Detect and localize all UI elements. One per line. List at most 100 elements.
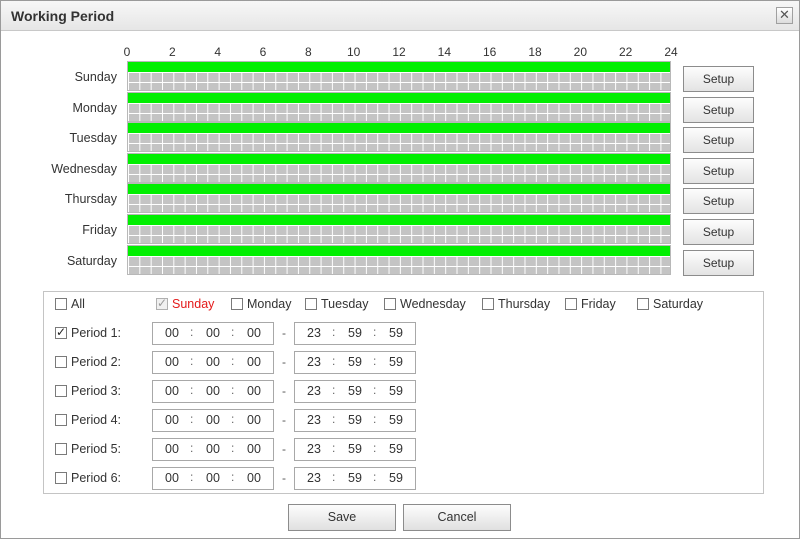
hour-field[interactable]: 00 [159, 384, 185, 398]
hour-tick-label: 8 [304, 45, 312, 59]
period-end-time: 23 59 59:: [294, 409, 416, 432]
cancel-button[interactable]: Cancel [403, 504, 511, 531]
checkbox-day[interactable] [231, 298, 243, 310]
close-icon[interactable]: ✕ [776, 7, 793, 24]
time-separator: : [190, 383, 194, 397]
working-period-dialog: Working Period ✕ 0 2 4 6 8 10 12 14 16 18 20 22 24 S… [0, 0, 800, 539]
checkbox-period[interactable] [55, 325, 67, 339]
hour-field[interactable]: 00 [159, 442, 185, 456]
second-field[interactable]: 00 [241, 326, 267, 340]
minute-field[interactable]: 59 [342, 413, 368, 427]
minute-field[interactable]: 00 [200, 413, 226, 427]
hour-tick-label: 2 [168, 45, 176, 59]
time-separator: : [231, 383, 235, 397]
second-field[interactable]: 00 [241, 384, 267, 398]
checkbox-day[interactable] [384, 298, 396, 310]
hour-field[interactable]: 23 [301, 326, 327, 340]
setup-button[interactable]: Setup [683, 127, 754, 154]
checkbox-day[interactable] [305, 298, 317, 310]
checkbox-all-label: All [71, 297, 85, 311]
hour-field[interactable]: 23 [301, 471, 327, 485]
hour-tick-label: 14 [437, 45, 451, 59]
checkbox-all[interactable] [55, 298, 67, 310]
minute-field[interactable]: 59 [342, 442, 368, 456]
time-separator: : [231, 325, 235, 339]
checkbox-day[interactable] [565, 298, 577, 310]
checkbox-period[interactable] [55, 472, 67, 484]
range-separator: - [282, 384, 286, 398]
second-field[interactable]: 00 [241, 442, 267, 456]
minute-field[interactable]: 59 [342, 326, 368, 340]
hour-tick-label: 20 [573, 45, 587, 59]
hour-field[interactable]: 23 [301, 413, 327, 427]
time-separator: : [373, 354, 377, 368]
checkbox-day-label: Sunday [172, 297, 215, 311]
minute-field[interactable]: 59 [342, 471, 368, 485]
period-end-time: 23 59 59:: [294, 380, 416, 403]
hour-field[interactable]: 23 [301, 384, 327, 398]
minute-field[interactable]: 00 [200, 471, 226, 485]
second-field[interactable]: 59 [383, 471, 409, 485]
day-timeline-row[interactable] [127, 61, 671, 91]
period-bar [128, 245, 670, 256]
second-field[interactable]: 00 [241, 355, 267, 369]
hour-field[interactable]: 00 [159, 326, 185, 340]
minute-field[interactable]: 59 [342, 355, 368, 369]
checkbox-day-label: Monday [247, 297, 292, 311]
minute-field[interactable]: 59 [342, 384, 368, 398]
period-bar [128, 215, 670, 225]
time-separator: : [373, 412, 377, 426]
setup-button[interactable]: Setup [683, 219, 754, 245]
checkbox-period[interactable] [55, 443, 67, 455]
range-separator: - [282, 326, 286, 340]
hour-field[interactable]: 23 [301, 442, 327, 456]
hour-field[interactable]: 00 [159, 471, 185, 485]
second-field[interactable]: 59 [383, 442, 409, 456]
hour-field[interactable]: 00 [159, 355, 185, 369]
day-timeline-row[interactable] [127, 91, 671, 122]
second-field[interactable]: 00 [241, 471, 267, 485]
checkbox-period[interactable] [55, 414, 67, 426]
day-timeline-row[interactable] [127, 244, 671, 275]
range-separator: - [282, 355, 286, 369]
setup-button[interactable]: Setup [683, 66, 754, 92]
minute-field[interactable]: 00 [200, 384, 226, 398]
hour-field[interactable]: 00 [159, 413, 185, 427]
range-separator: - [282, 442, 286, 456]
checkbox-period[interactable] [55, 356, 67, 368]
second-field[interactable]: 00 [241, 413, 267, 427]
day-timeline-row[interactable] [127, 183, 671, 214]
checkbox-day[interactable] [637, 298, 649, 310]
day-timeline-row[interactable] [127, 152, 671, 183]
minute-field[interactable]: 00 [200, 442, 226, 456]
second-field[interactable]: 59 [383, 326, 409, 340]
checkbox-day-label: Friday [581, 297, 616, 311]
day-label: Tuesday [69, 131, 117, 146]
setup-button[interactable]: Setup [683, 249, 754, 276]
period-start-time: 00 00 00:: [152, 467, 274, 490]
setup-button[interactable]: Setup [683, 157, 754, 184]
day-timeline-row[interactable] [127, 122, 671, 153]
setup-button[interactable]: Setup [683, 96, 754, 123]
checkbox-day[interactable] [156, 296, 168, 310]
range-separator: - [282, 471, 286, 485]
minute-field[interactable]: 00 [200, 326, 226, 340]
time-separator: : [231, 470, 235, 484]
checkbox-day[interactable] [482, 298, 494, 310]
period-bar [128, 153, 670, 164]
range-separator: - [282, 413, 286, 427]
second-field[interactable]: 59 [383, 355, 409, 369]
minute-field[interactable]: 00 [200, 355, 226, 369]
hour-field[interactable]: 23 [301, 355, 327, 369]
period-label: Period 1: [71, 326, 122, 340]
second-field[interactable]: 59 [383, 384, 409, 398]
checkbox-period[interactable] [55, 385, 67, 397]
day-timeline-row[interactable] [127, 214, 671, 244]
period-bar [128, 123, 670, 134]
second-field[interactable]: 59 [383, 413, 409, 427]
save-button[interactable]: Save [288, 504, 396, 531]
time-separator: : [332, 354, 336, 368]
period-label: Period 5: [71, 442, 122, 456]
time-separator: : [332, 325, 336, 339]
setup-button[interactable]: Setup [683, 188, 754, 215]
